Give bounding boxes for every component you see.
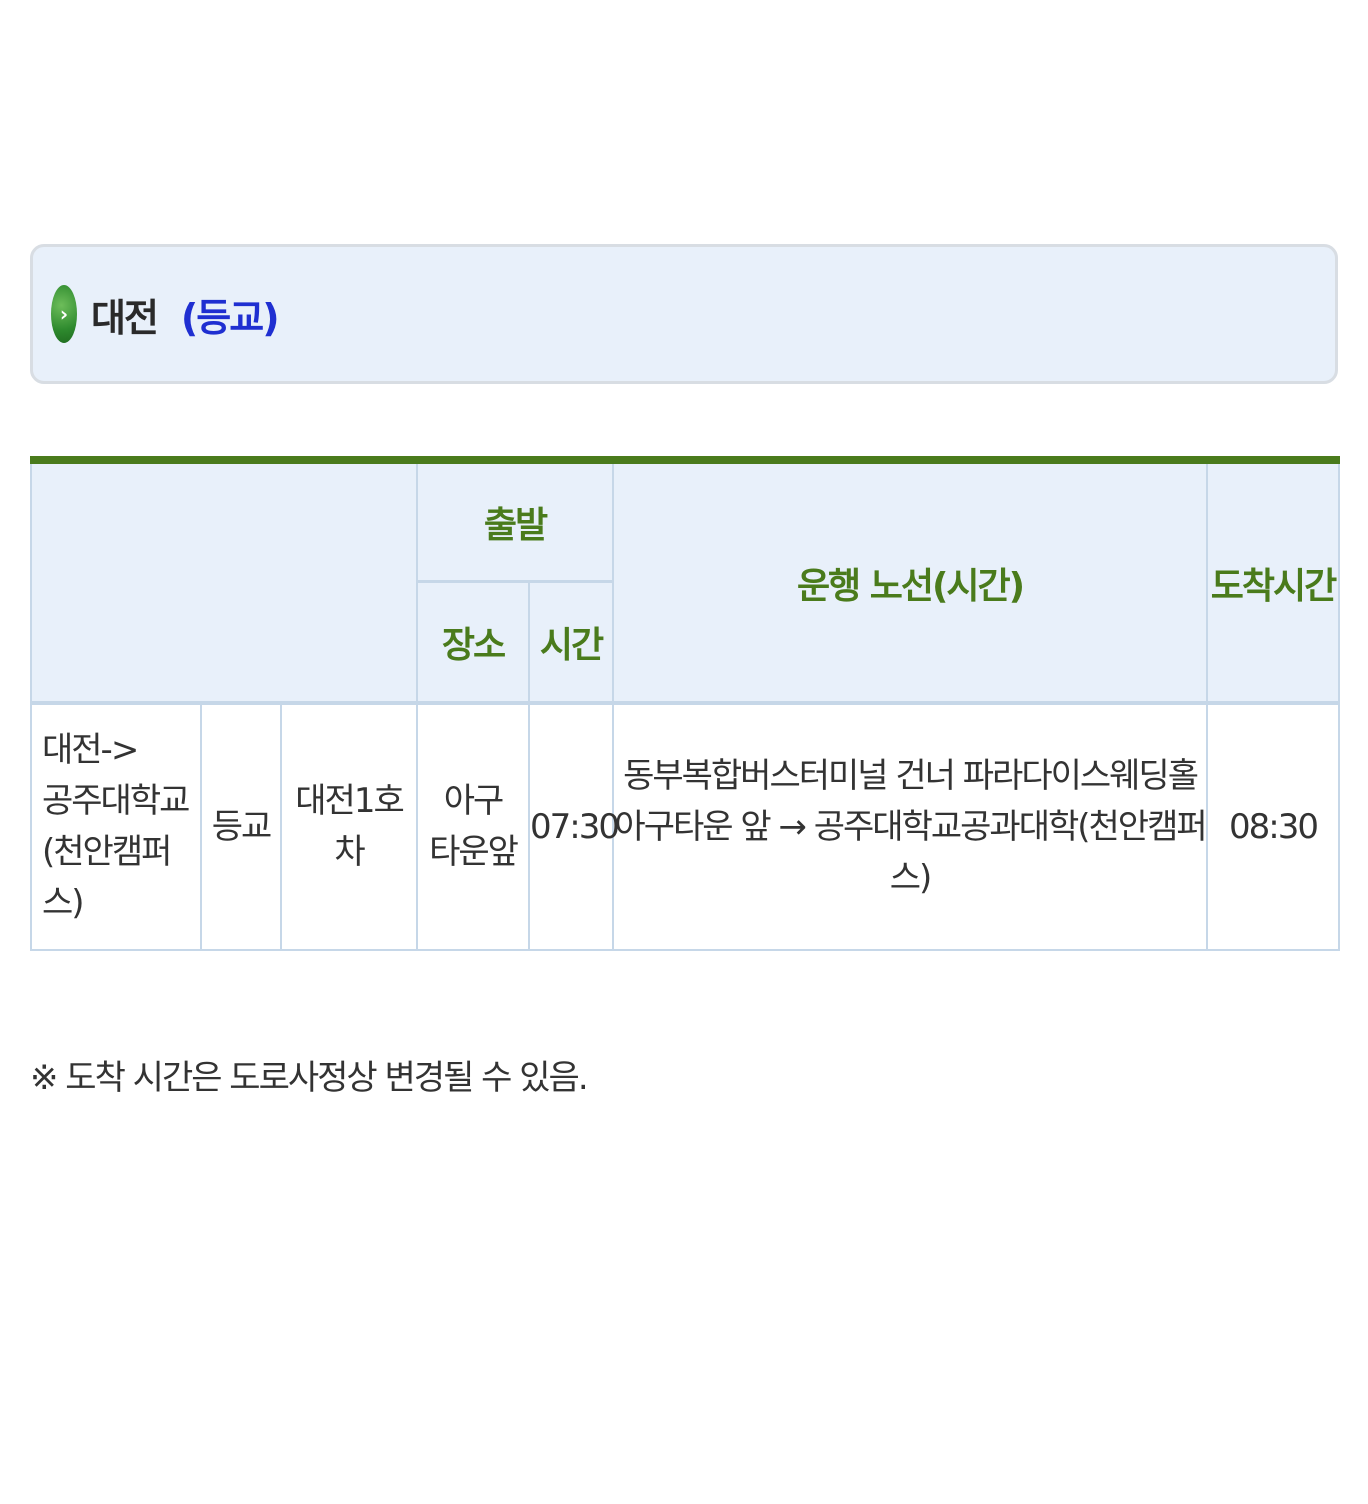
table-header-row: 출발 운행 노선(시간) 도착시간 [29,459,1341,704]
header-time: 시간 [528,580,615,704]
header-route: 운행 노선(시간) [612,459,1209,704]
section-title-region: 대전 [91,295,159,340]
departure-place-line: 타운앞 [429,832,519,872]
route-name-line: 대전-> [42,730,139,770]
bus-schedule-table: 출발 운행 노선(시간) 도착시간 장소 시간 대전-> 공주대학교 (천안캠퍼… [29,456,1341,951]
arrival-time-cell: 08:30 [1206,701,1341,951]
header-departure: 출발 [416,459,615,583]
route-name-line: (천안캠퍼스) [42,832,172,923]
footnote: ※ 도착 시간은 도로사정상 변경될 수 있음. [30,1058,589,1098]
bus-number-cell: 대전1호차 [279,701,419,951]
route-stops-line: 동부복합버스터미널 건너 파라다이스웨딩홀 [623,755,1199,796]
header-place: 장소 [416,580,531,704]
header-empty-cell [29,459,419,704]
route-name-cell: 대전-> 공주대학교 (천안캠퍼스) [30,701,202,951]
departure-time-cell: 07:30 [528,701,620,951]
trip-type-cell: 등교 [200,701,282,951]
section-title-direction: (등교) [180,295,280,340]
table-row: 대전-> 공주대학교 (천안캠퍼스) 등교 대전1호차 아구 타운앞 07:30… [30,701,1341,951]
route-stops-line: 아구타운 앞 → 공주대학교공과대학(천안캠퍼스) [614,806,1207,898]
departure-place-line: 아구 [443,781,505,821]
route-stops-cell: 동부복합버스터미널 건너 파라다이스웨딩홀 아구타운 앞 → 공주대학교공과대학… [612,701,1209,951]
route-name-line: 공주대학교 [42,781,190,821]
section-title-box: › 대전 (등교) [30,244,1338,384]
header-arrival: 도착시간 [1206,459,1341,704]
departure-place-cell: 아구 타운앞 [416,701,531,951]
chevron-right-bullet-icon: › [51,285,77,343]
